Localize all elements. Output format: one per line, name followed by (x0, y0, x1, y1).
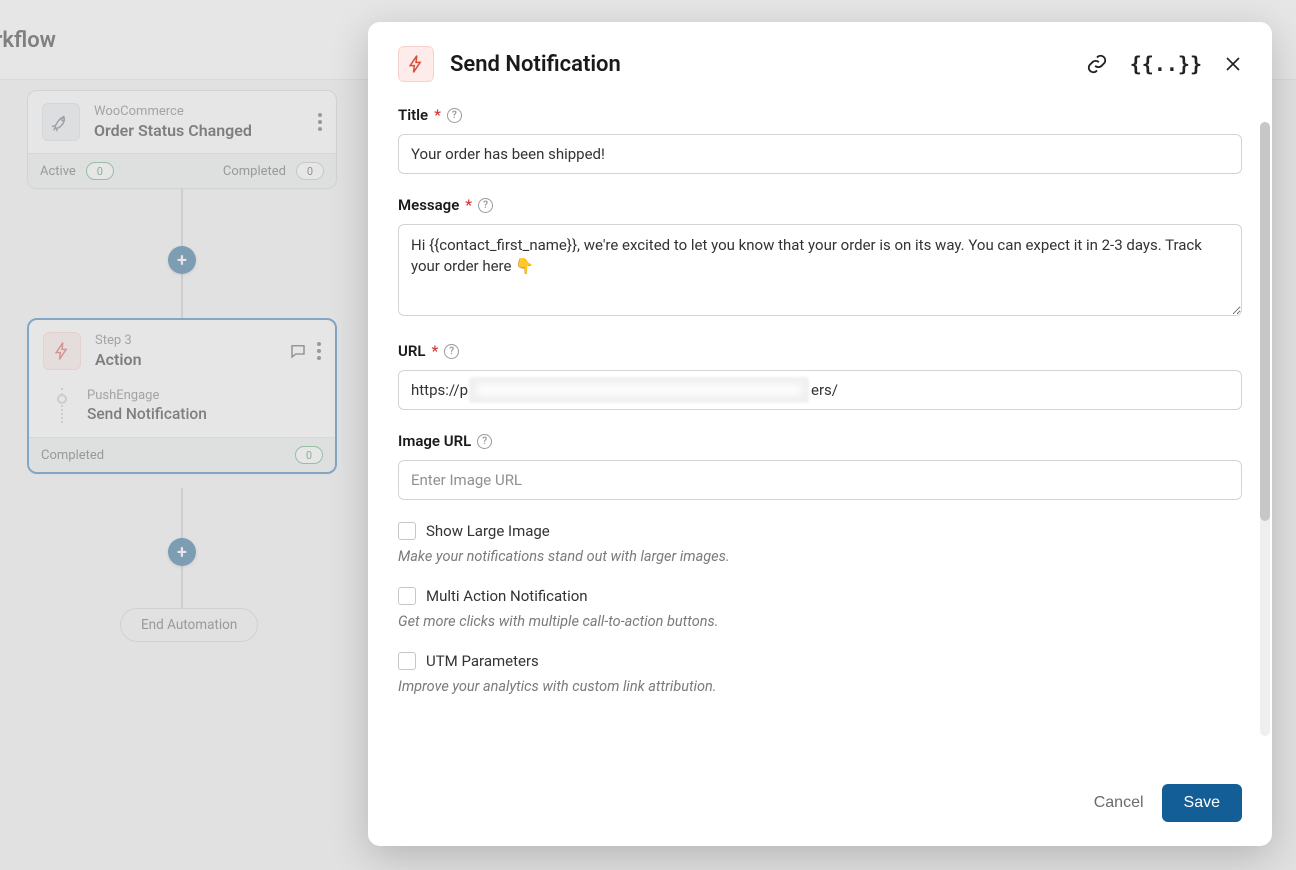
modal-title: Send Notification (450, 52, 1070, 77)
modal-header: Send Notification {{..}} (368, 22, 1272, 90)
show-large-image-label: Show Large Image (426, 522, 550, 540)
url-value-prefix: https://p (411, 381, 468, 399)
show-large-image-desc: Make your notifications stand out with l… (398, 548, 1242, 565)
image-url-input[interactable] (398, 460, 1242, 500)
help-icon[interactable]: ? (447, 108, 462, 123)
required-asterisk: * (434, 106, 441, 124)
image-url-field-label: Image URL (398, 432, 471, 450)
merge-tags-icon[interactable]: {{..}} (1130, 52, 1202, 76)
help-icon[interactable]: ? (477, 434, 492, 449)
required-asterisk: * (432, 342, 439, 360)
multi-action-label: Multi Action Notification (426, 587, 588, 605)
scrollbar-thumb[interactable] (1260, 122, 1270, 521)
multi-action-checkbox[interactable] (398, 587, 416, 605)
title-input[interactable] (398, 134, 1242, 174)
utm-parameters-label: UTM Parameters (426, 652, 539, 670)
required-asterisk: * (465, 196, 472, 214)
show-large-image-checkbox[interactable] (398, 522, 416, 540)
cancel-button[interactable]: Cancel (1094, 794, 1144, 812)
redacted-region (469, 377, 809, 403)
message-textarea[interactable] (398, 224, 1242, 316)
help-icon[interactable]: ? (478, 198, 493, 213)
help-icon[interactable]: ? (444, 344, 459, 359)
utm-parameters-checkbox[interactable] (398, 652, 416, 670)
title-field-label: Title (398, 106, 428, 124)
url-value-suffix: ers/ (811, 381, 838, 399)
utm-parameters-desc: Improve your analytics with custom link … (398, 678, 1242, 695)
link-icon[interactable] (1086, 53, 1108, 75)
close-icon[interactable] (1224, 55, 1242, 73)
url-input[interactable]: https://p ers/ (398, 370, 1242, 410)
url-field-label: URL (398, 342, 426, 360)
modal-body: Title * ? Message * ? URL * ? https://p (368, 90, 1272, 764)
save-button[interactable]: Save (1162, 784, 1242, 822)
modal-footer: Cancel Save (368, 764, 1272, 846)
scrollbar-track[interactable] (1260, 122, 1270, 736)
message-field-label: Message (398, 196, 459, 214)
send-notification-modal: Send Notification {{..}} Title * ? Messa… (368, 22, 1272, 846)
bolt-icon (398, 46, 434, 82)
multi-action-desc: Get more clicks with multiple call-to-ac… (398, 613, 1242, 630)
